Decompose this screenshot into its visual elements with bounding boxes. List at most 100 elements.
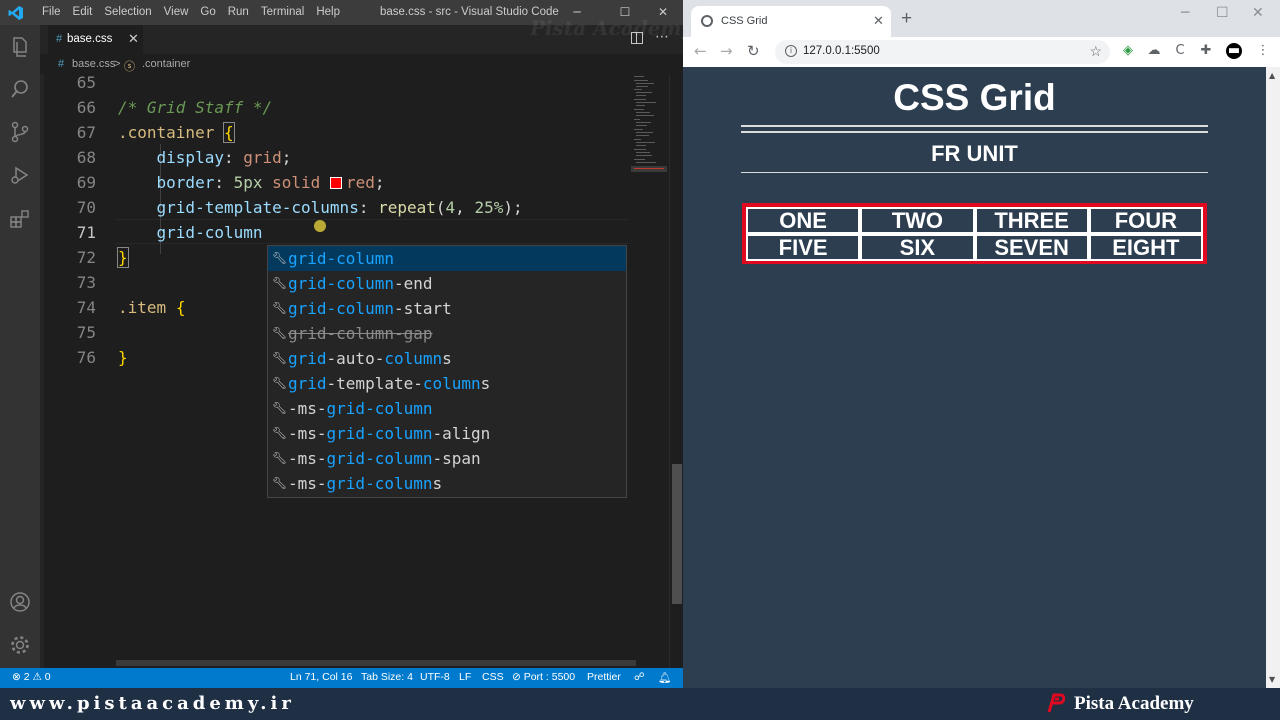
address-bar[interactable]: i 127.0.0.1:5500 ☆ xyxy=(775,40,1110,64)
back-icon[interactable]: ← xyxy=(694,42,707,60)
line-number: 70 xyxy=(76,198,96,217)
browser-window: CSS Grid ✕ + ─ ☐ ✕ ← → ↻ i 127.0.0.1:550… xyxy=(683,0,1280,688)
new-tab-button[interactable]: + xyxy=(901,8,912,30)
menu-view[interactable]: View xyxy=(158,6,195,18)
extensions-icon[interactable] xyxy=(8,207,32,231)
css-file-icon: # xyxy=(58,58,65,70)
menu-help[interactable]: Help xyxy=(310,6,346,18)
forward-icon[interactable]: → xyxy=(720,42,733,60)
line-number: 72 xyxy=(76,248,96,267)
gear-icon[interactable] xyxy=(8,633,32,657)
page-subtitle: FR UNIT xyxy=(931,141,1018,166)
suggestion-item[interactable]: 🔧︎ grid-column-end xyxy=(268,271,626,296)
menu-file[interactable]: File xyxy=(36,6,67,18)
breadcrumb-symbol[interactable]: .container xyxy=(142,58,190,70)
wrench-icon: 🔧︎ xyxy=(272,476,288,490)
brace-open: { xyxy=(223,122,235,143)
suggestion-item[interactable]: 🔧︎ grid-auto-columns xyxy=(268,346,626,371)
scroll-up-icon[interactable]: ▲ xyxy=(1269,71,1275,80)
minimize-button[interactable]: ─ xyxy=(1181,5,1189,21)
vscode-window: File Edit Selection View Go Run Terminal… xyxy=(0,0,683,688)
code-line-69: 69 border: 5px solid red; xyxy=(44,170,629,195)
line-number: 74 xyxy=(76,298,96,317)
menu-run[interactable]: Run xyxy=(222,6,255,18)
wrench-icon: 🔧︎ xyxy=(272,251,288,265)
page-scrollbar[interactable]: ▲ ▼ xyxy=(1266,67,1280,688)
editor-scrollbar[interactable] xyxy=(669,74,683,668)
grid-container: ONE TWO THREE FOUR FIVE SIX SEVEN EIGHT xyxy=(742,203,1207,264)
extension-icon[interactable]: C xyxy=(1172,43,1188,59)
suggestion-item[interactable]: 🔧︎ grid-template-columns xyxy=(268,371,626,396)
css-function: repeat xyxy=(378,198,436,217)
menu-edit[interactable]: Edit xyxy=(67,6,99,18)
source-control-icon[interactable] xyxy=(8,120,32,144)
encoding[interactable]: UTF-8 xyxy=(420,671,450,683)
scroll-down-icon[interactable]: ▼ xyxy=(1269,675,1275,684)
code-line-71: 71 grid-column xyxy=(44,220,629,245)
end-of-line[interactable]: LF xyxy=(459,671,471,683)
suggestion-item[interactable]: 🔧︎ -ms-grid-column-span xyxy=(268,446,626,471)
menu-selection[interactable]: Selection xyxy=(98,6,157,18)
live-server-port[interactable]: ⊘ Port : 5500 xyxy=(512,671,575,683)
brace-open: { xyxy=(175,298,186,317)
scrollbar-thumb[interactable] xyxy=(672,464,682,604)
info-icon[interactable]: i xyxy=(785,45,797,57)
cursor-position[interactable]: Ln 71, Col 16 xyxy=(290,671,352,683)
page-title: CSS Grid xyxy=(893,77,1056,118)
grid-item: SEVEN xyxy=(974,234,1089,261)
suggestion-item[interactable]: 🔧︎ -ms-grid-column xyxy=(268,396,626,421)
menu-terminal[interactable]: Terminal xyxy=(255,6,310,18)
bookmark-star-icon[interactable]: ☆ xyxy=(1089,43,1102,60)
tab-base-css[interactable]: # base.css ✕ xyxy=(48,25,143,54)
run-debug-icon[interactable] xyxy=(8,163,32,187)
suggestion-item[interactable]: 🔧︎ grid-column-gap xyxy=(268,321,626,346)
close-window-button[interactable]: ✕ xyxy=(1252,5,1264,21)
browser-tab[interactable]: CSS Grid ✕ xyxy=(691,6,891,37)
browser-tab-strip: CSS Grid ✕ + ─ ☐ ✕ xyxy=(683,0,1280,37)
feedback-icon[interactable]: ☍ xyxy=(634,671,645,683)
minimap[interactable] xyxy=(629,74,669,668)
suggestion-item[interactable]: 🔧︎ -ms-grid-column-align xyxy=(268,421,626,446)
puzzle-icon[interactable]: ✚ xyxy=(1198,43,1214,59)
suggestion-item[interactable]: 🔧︎ grid-column-start xyxy=(268,296,626,321)
language-mode[interactable]: CSS xyxy=(482,671,504,683)
suggestion-item[interactable]: 🔧︎ -ms-grid-columns xyxy=(268,471,626,496)
grid-item: FIVE xyxy=(746,234,861,261)
maximize-button[interactable]: ☐ xyxy=(1216,5,1229,21)
code-line-68: 68 display: grid; xyxy=(44,145,629,170)
profile-avatar[interactable]: ▬ xyxy=(1226,43,1242,59)
search-icon[interactable] xyxy=(8,77,32,101)
line-number: 71 xyxy=(76,223,96,242)
color-swatch[interactable] xyxy=(329,177,342,189)
reload-icon[interactable]: ↻ xyxy=(747,42,760,60)
wrench-icon: 🔧︎ xyxy=(272,351,288,365)
accounts-icon[interactable] xyxy=(8,590,32,614)
close-tab-icon[interactable]: ✕ xyxy=(128,31,139,47)
tab-size[interactable]: Tab Size: 4 xyxy=(361,671,413,683)
extension-icon[interactable]: ◈ xyxy=(1120,43,1136,59)
suggestion-item[interactable]: 🔧︎ grid-column xyxy=(268,246,626,271)
watermark: Pista Academy xyxy=(530,16,694,40)
close-tab-icon[interactable]: ✕ xyxy=(873,13,884,29)
screen: File Edit Selection View Go Run Terminal… xyxy=(0,0,1280,720)
suggestion-label: grid-template-columns xyxy=(288,374,491,393)
url-text: 127.0.0.1:5500 xyxy=(803,45,880,57)
suggestion-label: grid-column-start xyxy=(288,299,452,318)
breadcrumb-file[interactable]: base.css xyxy=(72,58,115,70)
code-comment: /* Grid Staff */ xyxy=(118,98,273,117)
prettier-status[interactable]: Prettier xyxy=(587,671,621,683)
horizontal-scrollbar[interactable] xyxy=(116,660,636,666)
extension-icon[interactable]: ☁ xyxy=(1146,43,1162,59)
suggestion-label: -ms-grid-column-align xyxy=(288,424,491,443)
problems-indicator[interactable]: ⊗ 2 ⚠ 0 xyxy=(12,671,51,683)
web-page: CSS Grid FR UNIT ONE TWO THREE FOUR FIVE… xyxy=(683,67,1266,688)
explorer-icon[interactable] xyxy=(8,35,32,59)
code-line-70: 70 grid-template-columns: repeat(4, 25%)… xyxy=(44,195,629,220)
css-value: red xyxy=(345,173,375,192)
menu-go[interactable]: Go xyxy=(194,6,221,18)
chrome-menu-icon[interactable]: ⋮ xyxy=(1255,43,1271,59)
bell-icon[interactable]: 🔔︎ xyxy=(658,671,671,684)
suggestion-label: grid-auto-columns xyxy=(288,349,452,368)
line-number: 65 xyxy=(76,73,96,92)
code-line-65: 65 xyxy=(44,70,629,95)
